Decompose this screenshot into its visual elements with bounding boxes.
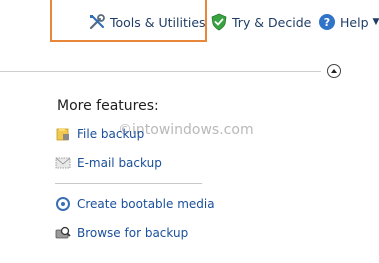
file-backup-link[interactable]: File backup (55, 126, 144, 142)
tools-utilities-label: Tools & Utilities (110, 14, 206, 30)
create-bootable-media-label: Create bootable media (77, 197, 215, 211)
chevron-down-icon: ▼ (372, 17, 379, 27)
email-backup-label: E-mail backup (77, 156, 162, 170)
chevron-up-icon (331, 69, 337, 73)
help-icon: ? (318, 13, 336, 31)
more-features-title: More features: (57, 98, 159, 114)
email-backup-link[interactable]: E-mail backup (55, 155, 162, 171)
try-decide-label: Try & Decide (232, 14, 312, 30)
tools-utilities-menu[interactable]: Tools & Utilities (88, 12, 206, 32)
help-label: Help (340, 14, 369, 30)
folder-lock-icon (55, 126, 71, 142)
collapse-button[interactable] (327, 64, 341, 78)
section-divider (0, 71, 321, 72)
refresh-media-icon (55, 196, 71, 212)
features-separator (55, 183, 202, 184)
top-menu-bar: Tools & Utilities Try & Decide ? Help ▼ (0, 0, 379, 44)
browse-disk-icon (55, 225, 71, 241)
help-menu[interactable]: ? Help ▼ (318, 12, 379, 32)
wrench-screwdriver-icon (88, 13, 106, 31)
try-decide-menu[interactable]: Try & Decide (210, 12, 311, 32)
svg-text:?: ? (324, 16, 330, 29)
shield-check-icon (210, 13, 228, 31)
create-bootable-media-link[interactable]: Create bootable media (55, 196, 215, 212)
file-backup-label: File backup (77, 127, 145, 141)
email-icon (55, 155, 71, 171)
browse-for-backup-label: Browse for backup (77, 226, 189, 240)
browse-for-backup-link[interactable]: Browse for backup (55, 225, 188, 241)
